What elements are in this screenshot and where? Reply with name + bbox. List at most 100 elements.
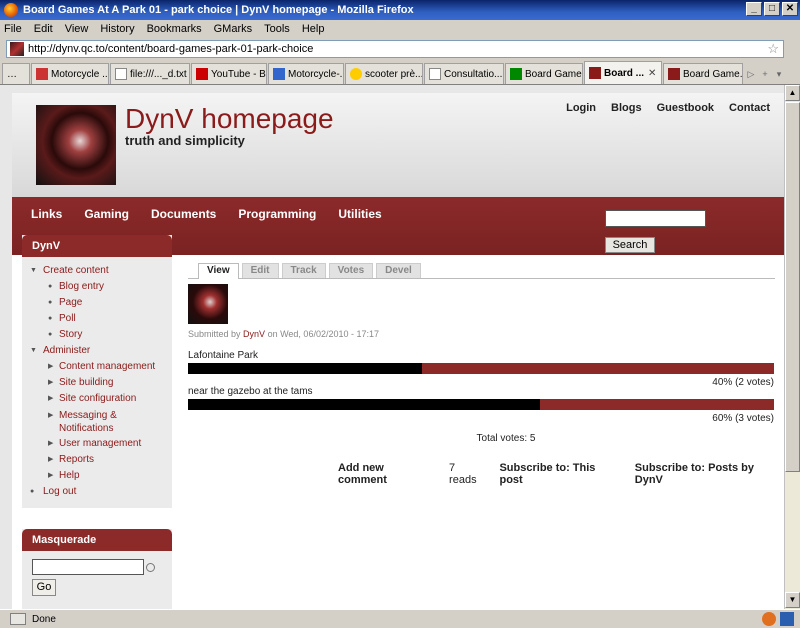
- browser-tab[interactable]: YouTube - B...: [191, 63, 267, 84]
- search-input[interactable]: [605, 210, 706, 227]
- collapsed-arrow-icon: ▶: [48, 363, 54, 370]
- poll-bar: [188, 363, 774, 374]
- menu-item-label: Page: [59, 297, 83, 308]
- maximize-button[interactable]: □: [764, 2, 780, 16]
- tab-label: scooter prè...: [365, 68, 423, 80]
- minimize-button[interactable]: _: [746, 2, 762, 16]
- menu-item-label: User management: [59, 438, 142, 449]
- scrollbar-thumb[interactable]: [785, 102, 800, 472]
- menu-gmarks[interactable]: GMarks: [214, 23, 253, 35]
- poll-choice: near the gazebo at the tams: [188, 386, 313, 397]
- close-tab-icon[interactable]: ✕: [648, 68, 656, 79]
- nav-documents[interactable]: Documents: [151, 207, 216, 221]
- file-icon: [115, 68, 127, 80]
- menu-item-reports[interactable]: ▶ Reports: [22, 452, 172, 468]
- tab-strip: … Motorcycle ... file:///..._d.txt YouTu…: [0, 61, 800, 85]
- tab-list-icon[interactable]: ▾: [772, 64, 786, 84]
- menu-item-site-building[interactable]: ▶ Site building: [22, 375, 172, 391]
- url-bar[interactable]: http://dynv.qc.to/content/board-games-pa…: [6, 40, 784, 58]
- tab-favicon-icon: [273, 68, 285, 80]
- site-logo[interactable]: [36, 105, 116, 185]
- url-text[interactable]: http://dynv.qc.to/content/board-games-pa…: [28, 43, 313, 55]
- browser-tab[interactable]: Consultatio...: [424, 63, 504, 84]
- browser-tab[interactable]: scooter prè...: [345, 63, 423, 84]
- menu-edit[interactable]: Edit: [34, 23, 53, 35]
- search-button[interactable]: Search: [605, 237, 655, 253]
- menu-item-page[interactable]: ● Page: [22, 295, 172, 311]
- login-link[interactable]: Login: [566, 102, 596, 114]
- nav-utilities[interactable]: Utilities: [338, 207, 381, 221]
- tab-votes[interactable]: Votes: [328, 263, 374, 278]
- add-comment-link[interactable]: Add new comment: [338, 462, 435, 486]
- menu-item-label: Site building: [59, 377, 114, 388]
- tab-devel[interactable]: Devel: [376, 263, 421, 278]
- menu-item-content-management[interactable]: ▶ Content management: [22, 359, 172, 375]
- menu-help[interactable]: Help: [302, 23, 325, 35]
- menu-item-create-content[interactable]: ▼ Create content: [22, 263, 172, 279]
- nav-programming[interactable]: Programming: [238, 207, 316, 221]
- menu-item-poll[interactable]: ● Poll: [22, 311, 172, 327]
- subscribe-post-link[interactable]: Subscribe to: This post: [499, 462, 620, 486]
- nav-gaming[interactable]: Gaming: [84, 207, 129, 221]
- menu-item-story[interactable]: ● Story: [22, 327, 172, 343]
- browser-tab-active[interactable]: Board ... ✕: [584, 61, 662, 84]
- menu-item-log-out[interactable]: ● Log out: [22, 484, 172, 500]
- vertical-scrollbar[interactable]: ▲ ▼: [784, 85, 800, 609]
- author-avatar[interactable]: [188, 284, 228, 324]
- tab-track[interactable]: Track: [281, 263, 326, 278]
- menu-item-label: Site configuration: [59, 393, 137, 404]
- browser-tab[interactable]: …: [2, 63, 30, 84]
- scroll-down-icon[interactable]: ▼: [785, 592, 800, 608]
- masquerade-go-button[interactable]: Go: [32, 579, 56, 596]
- tab-scroll-right-icon[interactable]: ▷: [744, 64, 758, 84]
- contact-link[interactable]: Contact: [729, 102, 770, 114]
- tab-favicon-icon: [36, 68, 48, 80]
- autocomplete-throbber-icon: [146, 563, 155, 572]
- menu-view[interactable]: View: [65, 23, 89, 35]
- bookmark-star-icon[interactable]: ☆: [767, 41, 779, 57]
- nav-links[interactable]: Links: [31, 207, 62, 221]
- scroll-up-icon[interactable]: ▲: [785, 85, 800, 101]
- new-tab-icon[interactable]: +: [758, 64, 772, 84]
- menu-item-blog-entry[interactable]: ● Blog entry: [22, 279, 172, 295]
- menu-file[interactable]: File: [4, 23, 22, 35]
- addon-icon[interactable]: [762, 612, 776, 626]
- poll-result: 60% (3 votes): [712, 413, 774, 424]
- web-page: DynV homepage truth and simplicity Login…: [12, 93, 784, 609]
- collapsed-arrow-icon: ▶: [48, 379, 54, 386]
- blogs-link[interactable]: Blogs: [611, 102, 642, 114]
- subscribe-author-link[interactable]: Subscribe to: Posts by DynV: [635, 462, 784, 486]
- tab-label: Board Game...: [683, 68, 743, 80]
- browser-tab[interactable]: Motorcycle ...: [31, 63, 109, 84]
- guestbook-link[interactable]: Guestbook: [657, 102, 714, 114]
- status-bar: Done: [0, 609, 800, 628]
- menu-item-messaging[interactable]: ▶ Messaging & Notifications: [22, 407, 172, 436]
- menu-item-label: Poll: [59, 313, 76, 324]
- browser-tab[interactable]: Board Game...: [663, 63, 743, 84]
- menu-item-help[interactable]: ▶ Help: [22, 468, 172, 484]
- menu-tools[interactable]: Tools: [264, 23, 290, 35]
- browser-tab[interactable]: Motorcycle-...: [268, 63, 344, 84]
- tab-view[interactable]: View: [198, 263, 239, 279]
- skype-icon[interactable]: [780, 612, 794, 626]
- tab-label: Motorcycle ...: [51, 68, 109, 80]
- menu-item-user-management[interactable]: ▶ User management: [22, 436, 172, 452]
- menu-bookmarks[interactable]: Bookmarks: [147, 23, 202, 35]
- browser-tab[interactable]: file:///..._d.txt: [110, 63, 190, 84]
- top-links: Login Blogs Guestbook Contact: [566, 102, 770, 114]
- masquerade-input[interactable]: [32, 559, 155, 575]
- menu-item-administer[interactable]: ▼ Administer: [22, 343, 172, 359]
- author-link[interactable]: DynV: [243, 329, 265, 339]
- poll-bar-fill: [188, 363, 423, 374]
- menu-item-site-configuration[interactable]: ▶ Site configuration: [22, 391, 172, 407]
- tab-label: Board ...: [604, 67, 645, 79]
- menu-history[interactable]: History: [100, 23, 134, 35]
- tab-favicon-icon: [510, 68, 522, 80]
- site-name[interactable]: DynV homepage: [125, 103, 334, 135]
- browser-tab[interactable]: Board Game...: [505, 63, 583, 84]
- bullet-icon: ●: [48, 331, 53, 338]
- tab-favicon-icon: [589, 67, 601, 79]
- tab-edit[interactable]: Edit: [241, 263, 279, 278]
- close-button[interactable]: ✕: [782, 2, 798, 16]
- file-icon: [429, 68, 441, 80]
